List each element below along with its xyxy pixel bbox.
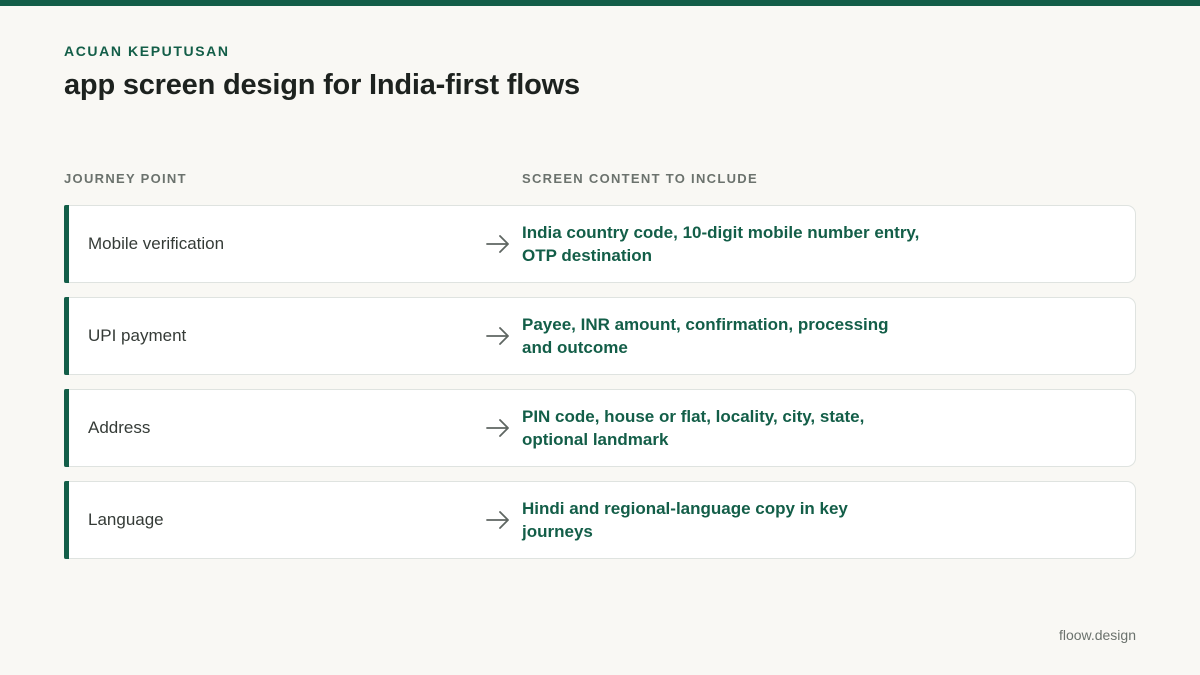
- table-row: Language Hindi and regional-language cop…: [64, 481, 1136, 559]
- arrow-right-icon: [486, 327, 509, 345]
- row-accent-bar: [64, 481, 69, 559]
- row-journey-point: Address: [88, 418, 151, 437]
- column-header-journey-point: JOURNEY POINT: [64, 171, 187, 186]
- arrow-right-icon: [486, 235, 509, 253]
- row-journey-point: Mobile verification: [88, 234, 225, 253]
- page-title: app screen design for India-first flows: [64, 69, 580, 101]
- arrow-right-icon: [486, 419, 509, 437]
- row-accent-bar: [64, 205, 69, 283]
- row-screen-content: Hindi and regional-language copy in key …: [522, 499, 848, 541]
- table-row: UPI payment Payee, INR amount, confirmat…: [64, 297, 1136, 375]
- row-accent-bar: [64, 389, 69, 467]
- row-screen-content: India country code, 10-digit mobile numb…: [522, 223, 920, 265]
- row-accent-bar: [64, 297, 69, 375]
- row-screen-content: Payee, INR amount, confirmation, process…: [522, 315, 889, 357]
- footer-brand: floow.design: [1058, 627, 1136, 643]
- column-header-screen-content: SCREEN CONTENT TO INCLUDE: [522, 171, 758, 186]
- table-row: Mobile verification India country code, …: [64, 205, 1136, 283]
- row-journey-point: Language: [88, 510, 164, 529]
- decision-table: Mobile verification India country code, …: [64, 205, 1136, 573]
- arrow-right-icon: [486, 511, 509, 529]
- top-accent-bar: [0, 0, 1200, 6]
- table-row: Address PIN code, house or flat, localit…: [64, 389, 1136, 467]
- row-screen-content: PIN code, house or flat, locality, city,…: [522, 407, 865, 449]
- eyebrow-label: ACUAN KEPUTUSAN: [64, 43, 230, 59]
- row-journey-point: UPI payment: [88, 326, 187, 345]
